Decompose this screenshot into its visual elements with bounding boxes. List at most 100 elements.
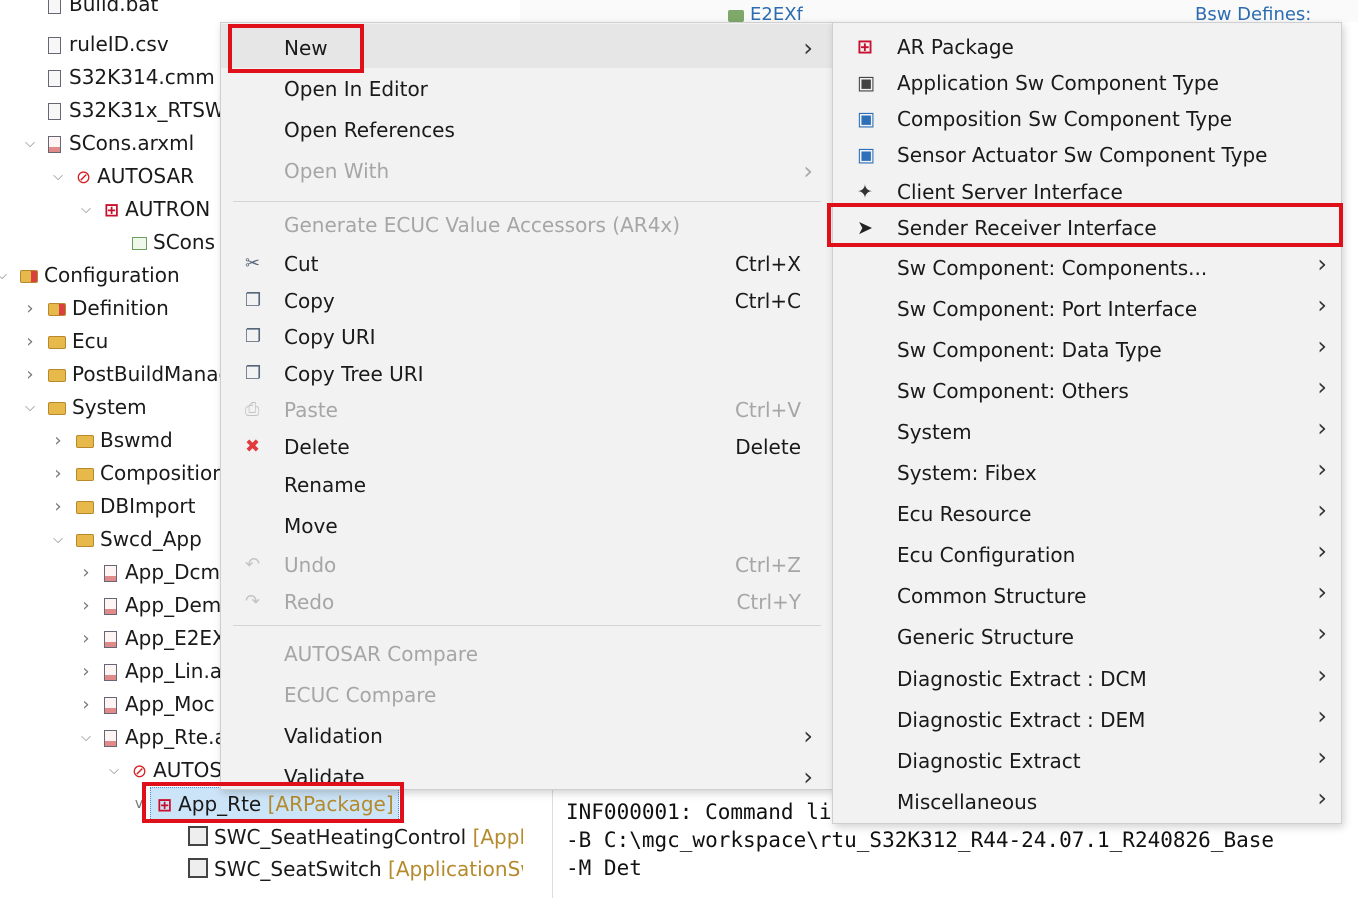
tree-row[interactable]: SCons xyxy=(132,226,215,259)
menu-item-delete[interactable]: ✖ Delete Delete xyxy=(221,431,833,463)
chevron-down-icon[interactable]: ⌵ xyxy=(0,259,10,292)
tree-row[interactable]: ⌵ App_Rte.a xyxy=(81,721,225,754)
chevron-right-icon[interactable]: › xyxy=(22,292,38,325)
submenu-item-ecu-configuration[interactable]: Ecu Configuration › xyxy=(833,537,1341,571)
chevron-right-icon[interactable]: › xyxy=(78,688,94,721)
submenu-item-application-sw-component-type[interactable]: ▣ Application Sw Component Type xyxy=(833,67,1341,99)
tree-row[interactable]: › App_E2EX xyxy=(82,622,225,655)
menu-item-copy-uri[interactable]: ❐ Copy URI xyxy=(221,321,833,353)
tree-row[interactable]: › Definition xyxy=(26,292,168,325)
tree-row[interactable]: ⌵ Swcd_App xyxy=(53,523,202,556)
submenu-item-label: AR Package xyxy=(897,35,1014,59)
menu-item-label: Move xyxy=(284,514,338,538)
tree-row[interactable]: ruleID.csv xyxy=(48,28,169,61)
chevron-right-icon[interactable]: › xyxy=(50,457,66,490)
chevron-right-icon: › xyxy=(803,157,813,185)
menu-item-label: Rename xyxy=(284,473,367,497)
tree-row[interactable]: ⌵ Configuration xyxy=(0,259,180,292)
tree-row-child[interactable]: SWC_SeatHeatingControl [Applic xyxy=(188,821,523,853)
tree-row-label: Configuration xyxy=(44,263,180,287)
submenu-item-diagnostic-extract-dcm[interactable]: Diagnostic Extract : DCM › xyxy=(833,661,1341,695)
menu-item-undo[interactable]: ↶ Undo Ctrl+Z xyxy=(221,549,833,581)
chevron-right-icon[interactable]: › xyxy=(78,589,94,622)
chevron-right-icon[interactable]: › xyxy=(78,655,94,688)
new-submenu: ⊞ AR Package ▣ Application Sw Component Typ… xyxy=(832,22,1342,824)
chevron-right-icon[interactable]: › xyxy=(22,358,38,391)
submenu-item-system[interactable]: System › xyxy=(833,414,1341,448)
tree-row[interactable]: ⌵ ⊞ AUTRON xyxy=(81,193,210,226)
chevron-right-icon[interactable]: › xyxy=(50,490,66,523)
tree-row[interactable]: › App_Moc xyxy=(82,688,214,721)
submenu-item-ecu-resource[interactable]: Ecu Resource › xyxy=(833,496,1341,530)
paste-icon: ⎙ xyxy=(245,399,260,420)
menu-item-autosar-compare[interactable]: AUTOSAR Compare xyxy=(221,638,833,670)
submenu-item-label: Diagnostic Extract : DCM xyxy=(897,667,1147,691)
menu-item-cut[interactable]: ✂ Cut Ctrl+X xyxy=(221,248,833,280)
tree-row[interactable]: ⌵ System xyxy=(25,391,147,424)
tree-row[interactable]: › Composition xyxy=(54,457,225,490)
chevron-down-icon[interactable]: ⌵ xyxy=(22,127,38,160)
menu-item-paste[interactable]: ⎙ Paste Ctrl+V xyxy=(221,394,833,426)
tree-row-label: Bswmd xyxy=(100,428,173,452)
tree-row[interactable]: › DBImport xyxy=(54,490,195,523)
menu-item-redo[interactable]: ↷ Redo Ctrl+Y xyxy=(221,586,833,618)
chevron-down-icon[interactable]: ⌵ xyxy=(50,160,66,193)
chevron-right-icon[interactable]: › xyxy=(78,556,94,589)
redo-icon: ↷ xyxy=(245,591,261,612)
menu-item-open-in-editor[interactable]: Open In Editor xyxy=(221,73,833,105)
chevron-down-icon[interactable]: ⌵ xyxy=(50,523,66,556)
tree-row[interactable]: › Ecu xyxy=(26,325,108,358)
submenu-item-diagnostic-extract-dem[interactable]: Diagnostic Extract : DEM › xyxy=(833,702,1341,736)
folder-icon xyxy=(48,336,66,349)
copy-tree-uri-icon: ❐ xyxy=(245,363,262,384)
submenu-item-sw-component-data-type[interactable]: Sw Component: Data Type › xyxy=(833,332,1341,366)
menu-item-rename[interactable]: Rename xyxy=(221,469,833,501)
chevron-right-icon[interactable]: › xyxy=(22,325,38,358)
menu-item-label: Delete xyxy=(284,435,350,459)
submenu-item-system-fibex[interactable]: System: Fibex › xyxy=(833,455,1341,489)
tree-row[interactable]: Build.bat xyxy=(48,0,158,21)
copy-icon: ❐ xyxy=(245,290,262,311)
menu-item-open-references[interactable]: Open References xyxy=(221,114,833,146)
chevron-down-icon[interactable]: ⌵ xyxy=(78,721,94,754)
chevron-right-icon: › xyxy=(1317,496,1327,524)
menu-item-generate-ecuc-value-accessors-ar4x[interactable]: Generate ECUC Value Accessors (AR4x) xyxy=(221,209,833,241)
tree-row[interactable]: ⌵ SCons.arxml xyxy=(25,127,195,160)
tree-row[interactable]: › Bswmd xyxy=(54,424,173,457)
chevron-down-icon[interactable]: ⌵ xyxy=(78,193,94,226)
menu-item-open-with[interactable]: Open With › xyxy=(221,155,833,187)
submenu-item-composition-sw-component-type[interactable]: ▣ Composition Sw Component Type xyxy=(833,103,1341,135)
tree-row[interactable]: S32K314.cmm xyxy=(48,61,215,94)
tree-row-label: SCons.arxml xyxy=(69,131,195,155)
tree-row[interactable]: › App_Lin.a xyxy=(82,655,222,688)
tree-row[interactable]: ⌵ ⊘ AUTOSAR xyxy=(53,160,194,193)
menu-item-copy-tree-uri[interactable]: ❐ Copy Tree URI xyxy=(221,358,833,390)
submenu-item-ar-package[interactable]: ⊞ AR Package xyxy=(833,31,1341,63)
console-line: -B C:\mgc_workspace\rtu_S32K312_R44-24.0… xyxy=(566,828,1275,852)
submenu-item-diagnostic-extract[interactable]: Diagnostic Extract › xyxy=(833,743,1341,777)
chevron-down-icon[interactable]: ⌵ xyxy=(106,754,122,787)
submenu-item-sw-component-others[interactable]: Sw Component: Others › xyxy=(833,373,1341,407)
arxml-file-icon xyxy=(104,697,117,714)
chevron-right-icon[interactable]: › xyxy=(50,424,66,457)
tree-row-label: AUTOS xyxy=(153,758,223,782)
menu-item-move[interactable]: Move xyxy=(221,510,833,542)
submenu-item-generic-structure[interactable]: Generic Structure › xyxy=(833,619,1341,653)
submenu-item-sw-component-components[interactable]: Sw Component: Components... › xyxy=(833,250,1341,284)
submenu-item-sw-component-port-interface[interactable]: Sw Component: Port Interface › xyxy=(833,291,1341,325)
arxml-file-icon xyxy=(104,631,117,648)
menu-item-ecuc-compare[interactable]: ECUC Compare xyxy=(221,679,833,711)
tree-row-child[interactable]: SWC_SeatSwitch [ApplicationSwC xyxy=(188,853,523,885)
tree-row[interactable]: › PostBuildManag xyxy=(26,358,225,391)
menu-item-validation[interactable]: Validation › xyxy=(221,720,833,752)
menu-item-copy[interactable]: ❐ Copy Ctrl+C xyxy=(221,285,833,317)
tree-row[interactable]: › App_Dcm xyxy=(82,556,220,589)
chevron-right-icon[interactable]: › xyxy=(78,622,94,655)
submenu-item-sensor-actuator-sw-component-type[interactable]: ▣ Sensor Actuator Sw Component Type xyxy=(833,139,1341,171)
submenu-item-common-structure[interactable]: Common Structure › xyxy=(833,578,1341,612)
submenu-item-miscellaneous[interactable]: Miscellaneous › xyxy=(833,784,1341,818)
folder-icon xyxy=(76,534,94,547)
tree-row[interactable]: S32K31x_RTSW xyxy=(48,94,225,127)
chevron-down-icon[interactable]: ⌵ xyxy=(22,391,38,424)
tree-row[interactable]: › App_Dem xyxy=(82,589,221,622)
